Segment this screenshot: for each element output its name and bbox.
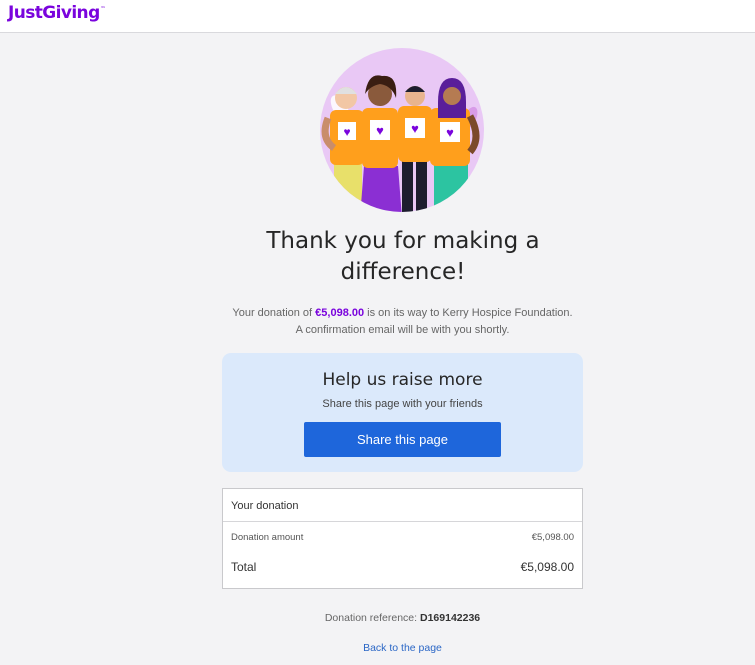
share-subtitle: Share this page with your friends (322, 398, 483, 410)
trademark-mark: ™ (100, 6, 106, 12)
svg-text:♥: ♥ (343, 125, 350, 139)
top-header: JustGiving™ (0, 0, 755, 33)
donation-amount-highlight: €5,098.00 (315, 307, 365, 319)
donation-amount-value: €5,098.00 (531, 532, 574, 543)
title-line-2: difference! (340, 259, 466, 285)
donation-summary-header: Your donation (223, 489, 582, 522)
share-page-button[interactable]: Share this page (304, 422, 501, 457)
donation-reference: Donation reference: D169142236 (200, 612, 605, 624)
title-line-1: Thank you for making a (266, 228, 540, 254)
svg-text:♥: ♥ (376, 123, 384, 138)
svg-text:♥: ♥ (446, 125, 454, 140)
message-suffix: is on its way to Kerry Hospice Foundatio… (367, 307, 573, 319)
back-to-page-link[interactable]: Back to the page (300, 642, 505, 654)
people-hugging-illustration: ♥ ♥ ♥ ♥ (320, 48, 484, 212)
share-title: Help us raise more (322, 370, 483, 390)
reference-value: D169142236 (420, 612, 481, 624)
total-label: Total (231, 560, 257, 574)
message-prefix: Your donation of (232, 307, 313, 319)
svg-text:♥: ♥ (411, 121, 419, 136)
justgiving-logo[interactable]: JustGiving™ (8, 3, 106, 23)
logo-text: JustGiving (8, 3, 100, 23)
donation-confirmation-text: Your donation of €5,098.00 is on its way… (200, 305, 605, 339)
donation-summary-table: Your donation Donation amount €5,098.00 … (222, 488, 583, 589)
donation-summary-heading: Your donation (231, 500, 299, 512)
page-title: Thank you for making a difference! (227, 226, 579, 288)
hero-illustration: ♥ ♥ ♥ ♥ (320, 48, 484, 212)
share-card: Help us raise more Share this page with … (222, 353, 583, 472)
reference-label: Donation reference: (324, 612, 418, 624)
total-value: €5,098.00 (520, 560, 574, 574)
donation-amount-label: Donation amount (231, 532, 304, 543)
confirmation-message: A confirmation email will be with you sh… (295, 324, 510, 336)
